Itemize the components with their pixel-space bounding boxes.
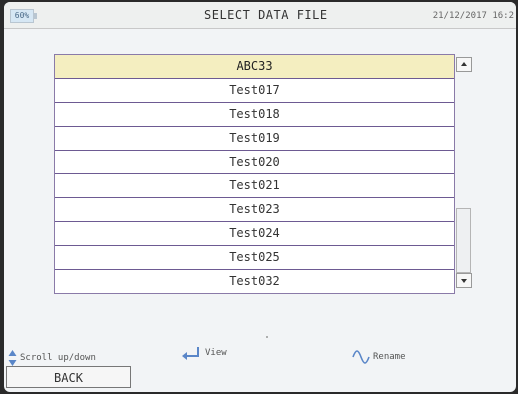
hint-rename-label: Rename bbox=[373, 352, 406, 362]
hint-view-label: View bbox=[205, 348, 227, 358]
file-list-item[interactable]: Test021 bbox=[55, 174, 454, 199]
file-list-item[interactable]: Test024 bbox=[55, 222, 454, 247]
datetime: 21/12/2017 16:2 bbox=[432, 11, 514, 21]
file-list-item[interactable]: ABC33 bbox=[55, 55, 454, 79]
hint-rename: Rename bbox=[352, 349, 406, 365]
file-list-item[interactable]: Test023 bbox=[55, 198, 454, 223]
file-list-item[interactable]: Test020 bbox=[55, 151, 454, 175]
page-title: SELECT DATA FILE bbox=[204, 8, 328, 22]
battery-icon: 60% bbox=[10, 9, 37, 23]
up-down-arrows-icon bbox=[8, 350, 17, 366]
file-list-item[interactable]: Test017 bbox=[55, 79, 454, 103]
scroll-down-arrow-icon[interactable] bbox=[456, 273, 472, 288]
back-button[interactable]: BACK bbox=[6, 366, 131, 388]
hint-view: View bbox=[180, 345, 227, 361]
battery-level: 60% bbox=[14, 11, 30, 20]
enter-arrow-icon bbox=[182, 347, 199, 360]
file-list-item[interactable]: Test025 bbox=[55, 246, 454, 271]
wave-icon bbox=[352, 350, 370, 364]
file-list-item[interactable]: Test032 bbox=[55, 270, 454, 293]
header-bar: 60% SELECT DATA FILE 21/12/2017 16:2 bbox=[4, 2, 516, 29]
scroll-up-arrow-icon[interactable] bbox=[456, 57, 472, 72]
device-screen: 60% SELECT DATA FILE 21/12/2017 16:2 ABC… bbox=[4, 2, 516, 392]
file-list: ABC33 Test017 Test018 Test019 Test020 Te… bbox=[54, 54, 455, 294]
hint-scroll-label: Scroll up/down bbox=[20, 353, 96, 363]
scrollbar-thumb[interactable] bbox=[456, 208, 471, 273]
file-list-item[interactable]: Test018 bbox=[55, 103, 454, 127]
file-list-item[interactable]: Test019 bbox=[55, 127, 454, 151]
separator-dot bbox=[266, 336, 268, 338]
hint-scroll: Scroll up/down bbox=[8, 349, 96, 367]
